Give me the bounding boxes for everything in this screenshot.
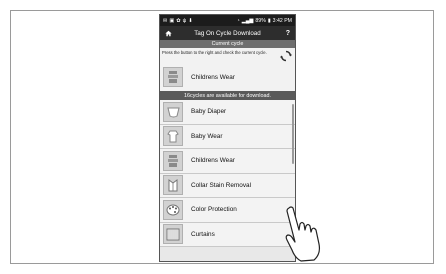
current-cycle-header: Current cycle (160, 40, 295, 48)
scrollbar[interactable] (292, 104, 294, 164)
refresh-icon[interactable] (280, 50, 292, 62)
current-cycle-label: Childrens Wear (191, 73, 235, 81)
childrens-wear-icon (163, 67, 183, 87)
list-item[interactable]: Baby Diaper (160, 100, 295, 125)
battery-icon: ▮ (267, 17, 271, 24)
cycle-label: Childrens Wear (191, 157, 235, 165)
download-icon: ⬇ (188, 17, 193, 24)
instruction-panel: Press the button to the right and check … (160, 48, 295, 63)
cycle-list[interactable]: Baby Diaper Baby Wear Childrens Wear Col… (160, 100, 295, 247)
list-item[interactable]: Collar Stain Removal (160, 173, 295, 198)
pointing-hand-icon (285, 206, 321, 262)
baby-wear-icon (163, 126, 183, 147)
collar-icon (163, 175, 183, 196)
signal-icon: ▂▄▆ (241, 17, 254, 24)
instruction-text: Press the button to the right and check … (162, 50, 267, 55)
current-cycle-item[interactable]: Childrens Wear (160, 63, 295, 91)
list-item[interactable]: Baby Wear (160, 124, 295, 149)
cycle-label: Baby Diaper (191, 108, 227, 116)
phone-screen: ✉ ▣ ✿ ψ ⬇ ◔ ▂▄▆ 89% ▮ 3:42 PM Tag On Cyc… (159, 14, 296, 262)
settings-icon: ✿ (176, 17, 181, 24)
home-icon (165, 30, 172, 36)
palette-icon (163, 199, 183, 220)
title-bar: Tag On Cycle Download ? (160, 26, 295, 40)
status-bar: ✉ ▣ ✿ ψ ⬇ ◔ ▂▄▆ 89% ▮ 3:42 PM (160, 15, 295, 26)
childrens-wear-icon (163, 150, 183, 171)
baby-diaper-icon (163, 101, 183, 122)
battery-level: 89% (255, 17, 266, 24)
usb-icon: ψ (182, 17, 187, 24)
clock: 3:42 PM (272, 17, 292, 24)
screen-title: Tag On Cycle Download (194, 29, 261, 37)
cycle-label: Collar Stain Removal (191, 181, 252, 189)
cycle-label: Baby Wear (191, 132, 223, 140)
notification-icon: ✉ (163, 17, 168, 24)
cycle-label: Color Protection (191, 206, 237, 214)
cycle-label: Curtains (191, 230, 215, 238)
curtains-icon (163, 224, 183, 245)
image-icon: ▣ (169, 17, 175, 24)
list-item[interactable]: Color Protection (160, 198, 295, 223)
home-button[interactable] (165, 30, 175, 37)
list-item[interactable]: Curtains (160, 222, 295, 247)
available-cycles-header: 16cycles are available for download. (160, 91, 295, 100)
wifi-icon: ◔ (236, 17, 240, 24)
list-item[interactable]: Childrens Wear (160, 149, 295, 174)
help-button[interactable]: ? (280, 30, 290, 37)
